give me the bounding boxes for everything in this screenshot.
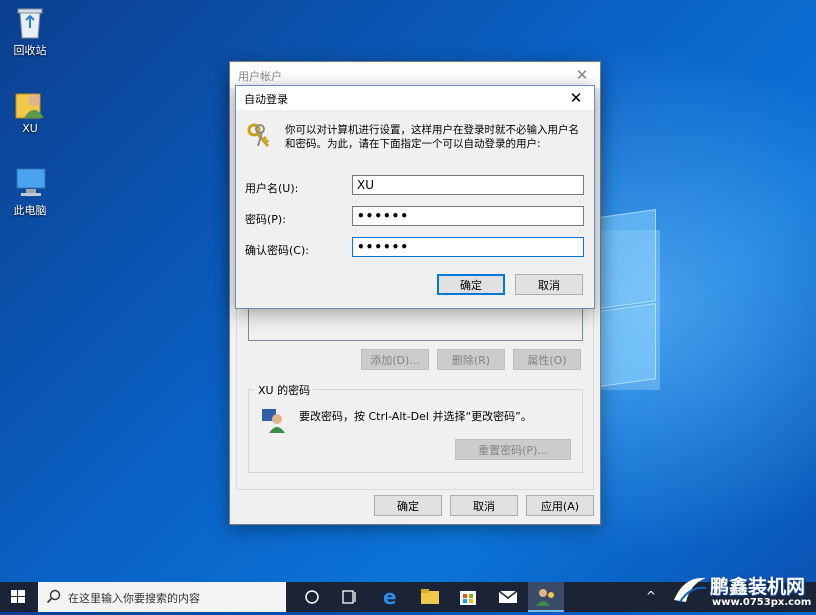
logo-pane-top xyxy=(600,209,656,309)
properties-button[interactable]: 属性(O) xyxy=(513,349,581,370)
dialog-cancel-button[interactable]: 取消 xyxy=(515,274,583,295)
ok-button[interactable]: 确定 xyxy=(374,495,442,516)
windows-start-icon xyxy=(11,590,25,603)
password-group-title: XU 的密码 xyxy=(255,382,314,398)
autologon-dialog: 自动登录 ✕ 你可以对计算机进行设置，这样用户在登录时就不必输入用户名和密码。为… xyxy=(235,85,595,309)
recycle-bin-icon xyxy=(14,6,46,39)
watermark: 鹏鑫装机网 www.0753px.com xyxy=(672,570,816,612)
username-field[interactable]: XU xyxy=(352,175,584,195)
dialog-description: 你可以对计算机进行设置，这样用户在登录时就不必输入用户名和密码。为此，请在下面指… xyxy=(285,124,579,150)
logo-pane-bottom xyxy=(600,303,656,387)
apply-button[interactable]: 应用(A) xyxy=(526,495,594,516)
search-placeholder: 在这里输入你要搜索的内容 xyxy=(68,592,200,605)
desktop-icon-this-pc[interactable]: 此电脑 xyxy=(0,166,60,218)
dialog-title: 自动登录 xyxy=(244,93,288,106)
user-accounts-taskbar-icon[interactable] xyxy=(528,582,564,612)
cancel-button[interactable]: 取消 xyxy=(450,495,518,516)
desktop-icon-recycle-bin[interactable]: 回收站 xyxy=(0,6,60,58)
dialog-ok-button[interactable]: 确定 xyxy=(437,274,505,295)
add-button[interactable]: 添加(D)... xyxy=(361,349,429,370)
task-view-icon[interactable] xyxy=(331,582,367,612)
watermark-title: 鹏鑫装机网 xyxy=(710,576,806,598)
password-label: 密码(P): xyxy=(245,213,286,226)
desktop-icon-label: 此电脑 xyxy=(13,204,47,217)
watermark-logo-icon xyxy=(674,577,707,603)
tray-chevron-up-icon[interactable]: ^ xyxy=(646,589,656,603)
desktop-icon-label: XU xyxy=(22,122,38,135)
mail-icon[interactable] xyxy=(490,582,526,612)
confirm-password-field[interactable]: •••••• xyxy=(352,237,584,257)
cortana-icon[interactable] xyxy=(294,582,330,612)
computer-icon xyxy=(14,166,46,198)
close-icon[interactable]: ✕ xyxy=(564,88,588,108)
file-explorer-icon[interactable] xyxy=(412,582,448,612)
desktop-icon-label: 回收站 xyxy=(13,44,47,57)
password-instructions: 要改密码，按 Ctrl-Alt-Del 并选择“更改密码”。 xyxy=(299,410,532,423)
window-title: 用户帐户 xyxy=(238,70,282,83)
dialog-titlebar: 自动登录 ✕ xyxy=(236,86,594,110)
search-icon xyxy=(46,589,61,604)
keys-icon xyxy=(246,122,272,150)
remove-button[interactable]: 删除(R) xyxy=(437,349,505,370)
store-icon[interactable] xyxy=(450,582,486,612)
start-button[interactable] xyxy=(0,582,36,612)
user-folder-icon xyxy=(14,86,46,119)
user-key-icon xyxy=(261,407,287,433)
edge-browser-icon[interactable]: e xyxy=(373,582,409,612)
svg-text:e: e xyxy=(383,585,397,609)
close-icon[interactable]: ✕ xyxy=(570,65,594,85)
confirm-password-label: 确认密码(C): xyxy=(245,244,309,257)
watermark-url: www.0753px.com xyxy=(712,597,812,608)
password-field[interactable]: •••••• xyxy=(352,206,584,226)
reset-password-button[interactable]: 重置密码(P)... xyxy=(455,439,571,460)
search-box[interactable]: 在这里输入你要搜索的内容 xyxy=(38,582,286,612)
desktop-icon-user-folder[interactable]: XU xyxy=(0,86,60,135)
username-label: 用户名(U): xyxy=(245,182,299,195)
